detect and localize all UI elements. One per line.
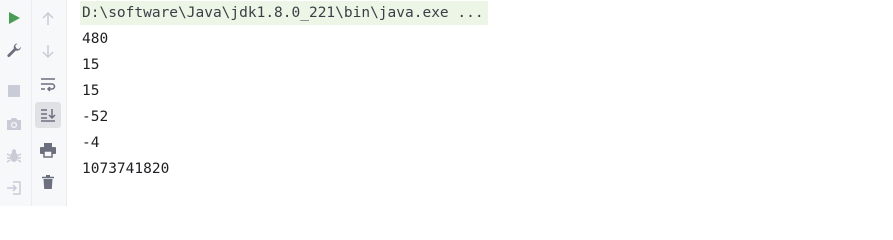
stop-icon <box>6 83 22 99</box>
rerun-button[interactable] <box>1 5 27 31</box>
soft-wrap-icon <box>39 76 57 92</box>
output-line: 480 <box>82 31 109 47</box>
arrow-down-icon <box>40 43 56 59</box>
next-occurrence-button[interactable] <box>35 38 61 64</box>
run-toolbar <box>0 0 67 206</box>
previous-occurrence-button[interactable] <box>35 6 61 32</box>
trash-icon <box>40 174 56 190</box>
arrow-up-icon <box>40 11 56 27</box>
camera-icon <box>5 116 23 132</box>
run-icon <box>6 10 22 26</box>
wrench-icon <box>6 42 22 58</box>
exit-button[interactable] <box>1 175 27 201</box>
command-line: D:\software\Java\jdk1.8.0_221\bin\java.e… <box>80 1 488 25</box>
modify-run-config-button[interactable] <box>1 37 27 63</box>
output-line: 15 <box>82 83 100 99</box>
output-line: -52 <box>82 109 109 125</box>
clear-all-button[interactable] <box>35 169 61 195</box>
stop-button[interactable] <box>1 78 27 104</box>
output-line: -4 <box>82 135 100 151</box>
thread-dump-button[interactable] <box>1 111 27 137</box>
output-line: 15 <box>82 57 100 73</box>
soft-wrap-button[interactable] <box>35 71 61 97</box>
console-output[interactable]: D:\software\Java\jdk1.8.0_221\bin\java.e… <box>67 0 893 206</box>
scroll-to-end-button[interactable] <box>35 102 61 128</box>
debug-button[interactable] <box>1 143 27 169</box>
debug-bug-icon <box>5 147 23 165</box>
toolbar-divider <box>31 0 32 206</box>
print-icon <box>39 142 57 158</box>
print-button[interactable] <box>35 137 61 163</box>
output-line: 1073741820 <box>82 161 170 177</box>
run-tool-window: D:\software\Java\jdk1.8.0_221\bin\java.e… <box>0 0 893 206</box>
exit-icon <box>6 180 22 196</box>
scroll-to-end-icon <box>39 107 57 123</box>
